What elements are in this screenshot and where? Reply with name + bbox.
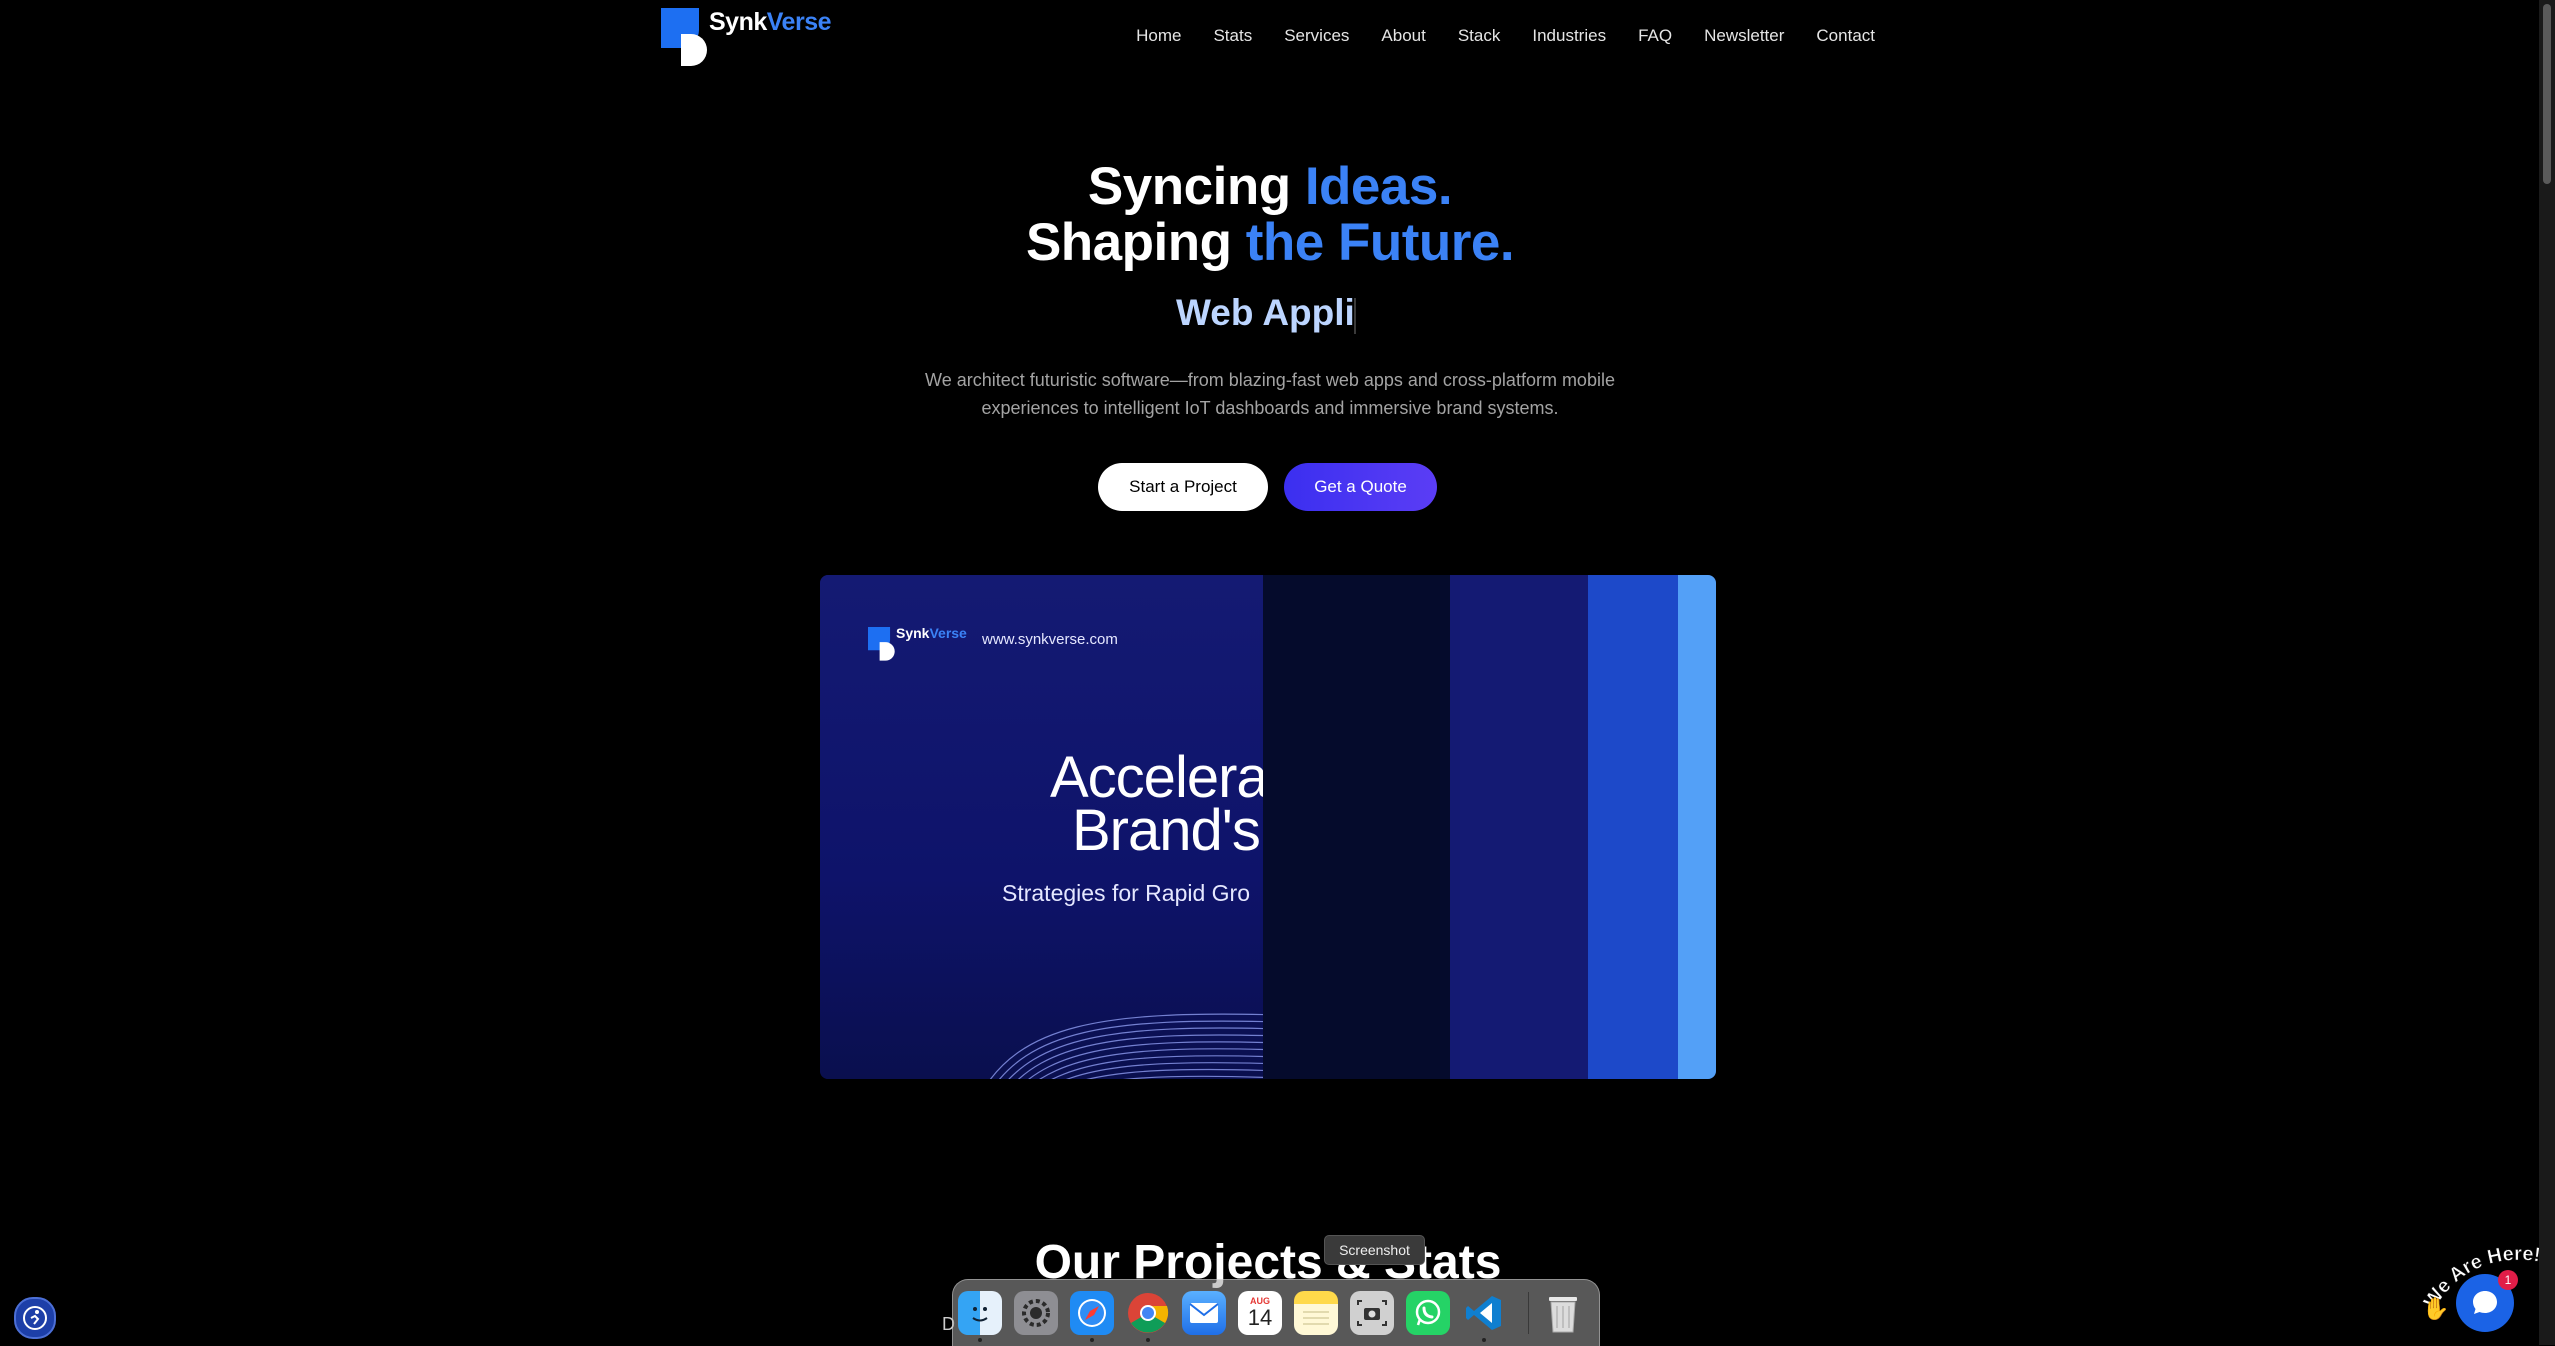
trash-can-icon	[1549, 1297, 1577, 1333]
hero-line1-blue: Ideas.	[1304, 157, 1453, 216]
screenshot-camera-icon	[1357, 1300, 1387, 1326]
nav-contact[interactable]: Contact	[1816, 26, 1875, 46]
chat-unread-badge: 1	[2498, 1270, 2518, 1290]
get-quote-button[interactable]: Get a Quote	[1284, 463, 1437, 511]
banner-stripe-light-blue	[1678, 575, 1716, 1079]
typewriter-caret	[1354, 298, 1356, 334]
main-nav: Home Stats Services About Stack Industri…	[1136, 26, 1875, 46]
brand-name-part2: Verse	[766, 8, 832, 36]
nav-faq[interactable]: FAQ	[1638, 26, 1672, 46]
brand-name-part1: Synk	[709, 8, 767, 36]
notes-lines-icon	[1303, 1311, 1329, 1325]
banner-logo-text: SynkVerse	[896, 625, 967, 641]
dock-separator	[1528, 1292, 1529, 1334]
brand-logo[interactable]: SynkVerse	[661, 8, 832, 70]
finder-face-icon	[972, 1307, 988, 1322]
dock-tooltip: Screenshot	[1324, 1235, 1425, 1265]
banner-main-panel: SynkVerse www.synkverse.com Accelera Bra…	[820, 575, 1263, 1079]
banner-subheadline: Strategies for Rapid Gro	[1002, 880, 1251, 906]
camera-icon[interactable]	[1350, 1291, 1394, 1335]
nav-home[interactable]: Home	[1136, 26, 1181, 46]
banner-wave-decoration	[990, 1013, 1263, 1079]
chat-bubble-icon	[2473, 1291, 2497, 1314]
banner-logo-part2: Verse	[929, 625, 967, 641]
banner-stripe-blue	[1588, 575, 1678, 1079]
settings-gear-icon	[1022, 1299, 1050, 1327]
page-scrollbar[interactable]	[2539, 0, 2555, 1345]
hero-headline-line1: Syncing Ideas.	[0, 156, 2540, 217]
hero-line1-white: Syncing	[1087, 157, 1305, 216]
trash-icon[interactable]	[1541, 1291, 1585, 1335]
chrome-icon[interactable]	[1126, 1291, 1170, 1342]
nav-stats[interactable]: Stats	[1213, 26, 1252, 46]
accessibility-icon	[23, 1306, 47, 1330]
accessibility-button[interactable]	[14, 1297, 56, 1339]
banner-url: www.synkverse.com	[982, 631, 1118, 648]
safari-compass-icon	[1078, 1299, 1106, 1327]
hero-banner: SynkVerse www.synkverse.com Accelera Bra…	[820, 575, 1716, 1079]
banner-logo-part1: Synk	[896, 625, 930, 641]
hero-typewriter-text: Web Appli	[1176, 292, 1355, 333]
waving-hand-icon: ✋	[2422, 1296, 2449, 1320]
nav-about[interactable]: About	[1381, 26, 1425, 46]
finder-icon[interactable]	[958, 1291, 1002, 1342]
running-indicator	[1090, 1338, 1094, 1342]
macos-dock: AUG 14	[952, 1279, 1600, 1346]
vscode-icon[interactable]	[1462, 1291, 1506, 1342]
envelope-icon	[1189, 1303, 1219, 1323]
mail-icon[interactable]	[1182, 1291, 1226, 1335]
vscode-logo-icon	[1466, 1296, 1501, 1330]
running-indicator	[1146, 1338, 1150, 1342]
calendar-icon[interactable]: AUG 14	[1238, 1291, 1282, 1335]
running-indicator	[1482, 1338, 1486, 1342]
whatsapp-icon[interactable]	[1406, 1291, 1450, 1335]
whatsapp-phone-icon	[1415, 1299, 1441, 1326]
compass-icon[interactable]	[1070, 1291, 1114, 1342]
banner-logo: SynkVerse	[868, 625, 978, 663]
banner-stripe-navy	[1450, 575, 1588, 1079]
hero-description: We architect futuristic software—from bl…	[925, 370, 1615, 418]
nav-industries[interactable]: Industries	[1532, 26, 1606, 46]
brand-name: SynkVerse	[709, 8, 832, 37]
notes-icon[interactable]	[1294, 1291, 1338, 1335]
hero-line2-white: Shaping	[1025, 213, 1246, 272]
nav-services[interactable]: Services	[1284, 26, 1349, 46]
calendar-day: 14	[1247, 1305, 1273, 1330]
nav-stack[interactable]: Stack	[1458, 26, 1501, 46]
scrollbar-thumb[interactable]	[2543, 4, 2551, 184]
hero-line2-blue: the Future.	[1245, 213, 1515, 272]
hero-headline-line2: Shaping the Future.	[0, 212, 2540, 273]
gear-icon[interactable]	[1014, 1291, 1058, 1335]
nav-newsletter[interactable]: Newsletter	[1704, 26, 1784, 46]
start-project-button[interactable]: Start a Project	[1098, 463, 1268, 511]
chrome-logo-icon	[1128, 1293, 1169, 1333]
running-indicator	[978, 1338, 982, 1342]
banner-stripe-dark	[1263, 575, 1450, 1079]
banner-headline-line2: Brand's	[1072, 798, 1261, 863]
